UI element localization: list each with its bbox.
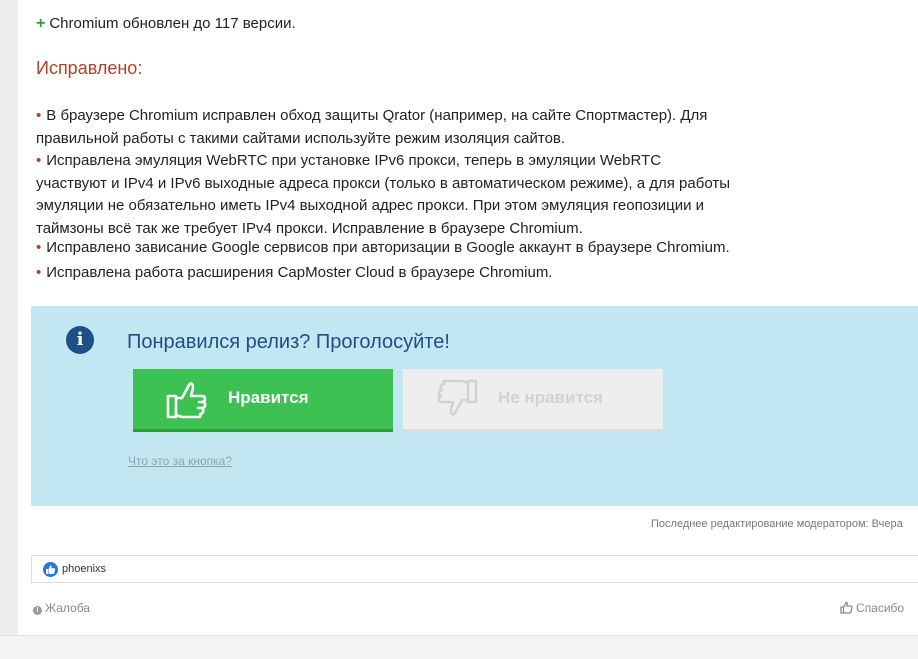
vote-box: i Понравился релиз? Проголосуйте! Нравит… bbox=[31, 306, 918, 506]
fixed-item-2: • Исправлена эмуляция WebRTC при установк… bbox=[36, 150, 736, 240]
vote-title: Понравился релиз? Проголосуйте! bbox=[127, 331, 450, 353]
info-icon: i bbox=[66, 326, 94, 354]
fixed-item-3: • Исправлено зависание Google сервисов пр… bbox=[36, 237, 736, 260]
reactions-bar[interactable]: phoenixs bbox=[31, 555, 918, 583]
fixed-item-text: Исправлено зависание Google сервисов при… bbox=[46, 239, 730, 256]
reaction-user-link[interactable]: phoenixs bbox=[62, 563, 106, 575]
like-button[interactable]: Нравится bbox=[133, 369, 393, 432]
thanks-button[interactable]: Спасибо bbox=[840, 601, 904, 615]
fixed-item-text: Исправлена эмуляция WebRTC при установке… bbox=[36, 152, 730, 237]
fixed-item-text: Исправлена работа расширения CapMoster C… bbox=[46, 264, 553, 281]
bullet-icon: • bbox=[36, 239, 42, 256]
update-line: + Chromium обновлен до 117 версии. bbox=[36, 13, 296, 35]
bullet-icon: • bbox=[36, 152, 42, 169]
fixed-item-text: В браузере Chromium исправлен обход защи… bbox=[36, 107, 708, 147]
bullet-icon: • bbox=[36, 264, 42, 281]
warning-icon: ! bbox=[33, 606, 42, 615]
last-edit-note: Последнее редактирование модератором: Вч… bbox=[651, 518, 903, 530]
fixed-heading: Исправлено: bbox=[36, 58, 143, 78]
bottom-strip bbox=[0, 635, 918, 659]
fixed-item-4: • Исправлена работа расширения CapMoster … bbox=[36, 262, 736, 285]
thumbs-up-icon bbox=[166, 382, 207, 419]
dislike-button[interactable]: Не нравится bbox=[403, 369, 663, 432]
report-link[interactable]: ! Жалоба bbox=[33, 601, 90, 615]
fixed-item-1: • В браузере Chromium исправлен обход защ… bbox=[36, 105, 736, 150]
thumbs-down-icon bbox=[437, 379, 478, 416]
bullet-icon: • bbox=[36, 107, 42, 124]
post-container: + Chromium обновлен до 117 версии. Исправ… bbox=[18, 0, 918, 635]
like-label: Нравится bbox=[228, 388, 309, 407]
what-is-button-link[interactable]: Что это за кнопка? bbox=[128, 454, 232, 468]
update-text: Chromium обновлен до 117 версии. bbox=[49, 15, 296, 32]
thumbs-up-outline-icon bbox=[840, 601, 853, 614]
report-label: Жалоба bbox=[45, 601, 90, 615]
thanks-label: Спасибо bbox=[856, 601, 905, 615]
like-reaction-icon bbox=[43, 562, 58, 577]
dislike-label: Не нравится bbox=[498, 388, 603, 407]
plus-icon: + bbox=[36, 15, 46, 32]
